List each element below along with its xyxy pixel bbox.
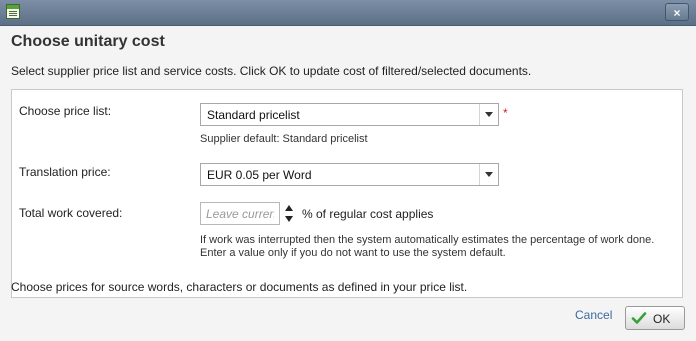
close-icon: × (673, 6, 681, 20)
close-button[interactable]: × (665, 3, 689, 21)
translation-price-select[interactable]: EUR 0.05 per Word (200, 163, 499, 186)
ok-button-label: OK (653, 312, 671, 326)
work-covered-spinner[interactable] (284, 203, 295, 225)
translation-price-value: EUR 0.05 per Word (207, 168, 312, 182)
spinner-up-icon[interactable] (285, 205, 293, 211)
price-list-dropdown-button[interactable] (479, 104, 498, 125)
dialog-body: Choose unitary cost Select supplier pric… (0, 26, 696, 341)
form-window-icon (6, 4, 20, 19)
cancel-link[interactable]: Cancel (575, 308, 612, 322)
chevron-down-icon (485, 112, 493, 117)
work-covered-hint-line2: Enter a value only if you do not want to… (200, 247, 506, 259)
dialog-title: Choose unitary cost (11, 33, 165, 50)
required-asterisk: * (503, 106, 508, 120)
price-list-label: Choose price list: (19, 104, 112, 118)
checkmark-icon (631, 312, 647, 324)
chevron-down-icon (485, 172, 493, 177)
price-list-hint: Supplier default: Standard pricelist (200, 133, 368, 145)
spinner-down-icon[interactable] (285, 216, 293, 222)
translation-price-dropdown-button[interactable] (479, 164, 498, 185)
work-covered-suffix: % of regular cost applies (302, 207, 434, 221)
work-covered-input[interactable] (200, 202, 280, 225)
cost-form-panel: Choose price list: Standard pricelist * … (11, 89, 683, 298)
ok-button[interactable]: OK (625, 306, 685, 330)
price-list-value: Standard pricelist (207, 108, 300, 122)
work-covered-label: Total work covered: (19, 206, 123, 220)
window-titlebar: × (0, 0, 696, 26)
pricing-footnote: Choose prices for source words, characte… (11, 280, 468, 294)
price-list-select[interactable]: Standard pricelist (200, 103, 499, 126)
dialog-description: Select supplier price list and service c… (11, 64, 532, 78)
work-covered-hint-line1: If work was interrupted then the system … (200, 234, 655, 246)
translation-price-label: Translation price: (19, 165, 111, 179)
